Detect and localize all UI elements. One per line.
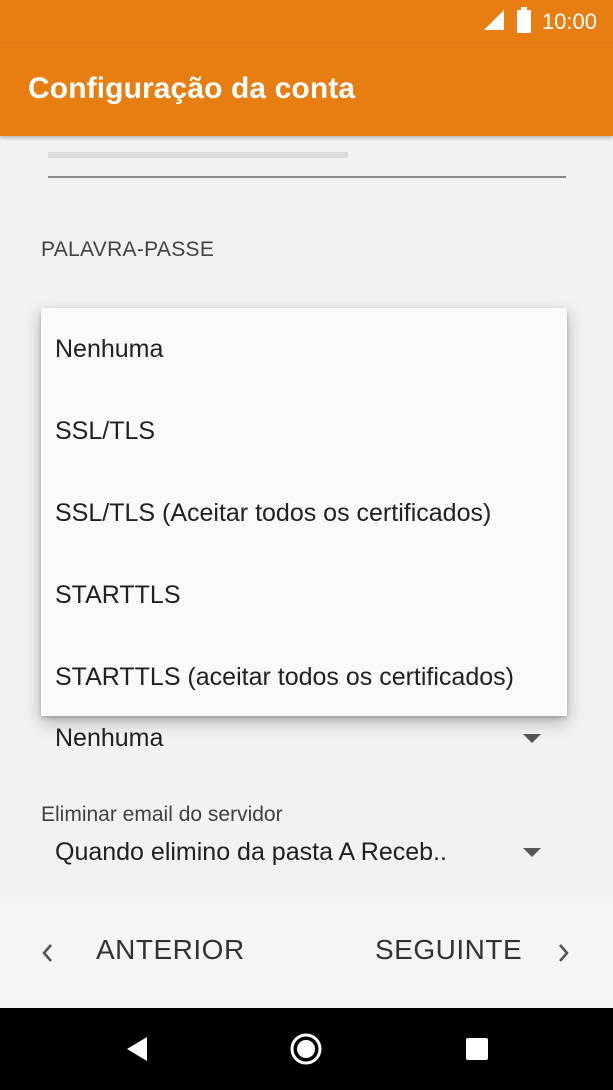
security-spinner-value: Nenhuma [55,724,164,752]
dropdown-option-ssl-tls[interactable]: SSL/TLS [41,390,567,472]
home-icon[interactable] [289,1032,323,1071]
signal-icon [482,8,506,37]
dropdown-option-starttls-accept-all[interactable]: STARTTLS (aceitar todos os certificados) [41,636,567,718]
system-navigation-bar [0,1008,613,1090]
dropdown-arrow-icon [523,848,541,857]
next-button-label: SEGUINTE [375,934,523,965]
delete-email-spinner-value: Quando elimino da pasta A Receb.. [55,838,447,866]
security-type-dropdown: Nenhuma SSL/TLS SSL/TLS (Aceitar todos o… [41,308,567,716]
password-label: PALAVRA-PASSE [41,238,215,261]
recents-icon[interactable] [466,1038,488,1065]
dropdown-option-none[interactable]: Nenhuma [41,308,567,390]
dropdown-option-ssl-tls-accept-all[interactable]: SSL/TLS (Aceitar todos os certificados) [41,472,567,554]
battery-icon [516,6,532,38]
dropdown-arrow-icon [523,734,541,743]
previous-button-label: ANTERIOR [96,934,245,965]
page-title: Configuração da conta [28,72,356,105]
back-icon[interactable] [125,1036,149,1067]
delete-email-label: Eliminar email do servidor [41,803,283,826]
status-icons: 10:00 [482,6,597,38]
chevron-right-icon [557,942,571,969]
status-bar: 10:00 [0,0,613,44]
scrolled-field-text [48,146,348,164]
status-time: 10:00 [541,9,597,34]
bottom-navigation: ANTERIOR SEGUINTE [0,898,613,1008]
dropdown-option-starttls[interactable]: STARTTLS [41,554,567,636]
chevron-left-icon [40,942,54,969]
app-bar: Configuração da conta [0,44,613,136]
field-underline [48,176,566,178]
